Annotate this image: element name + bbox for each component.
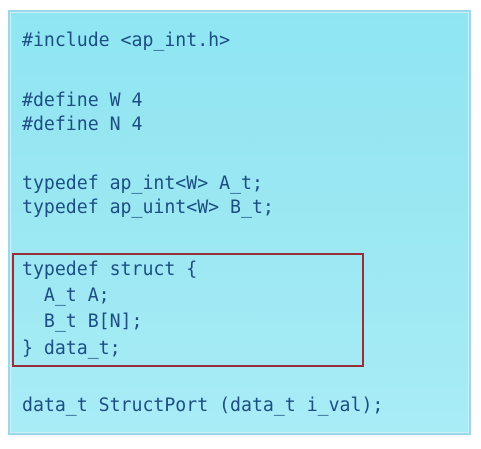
code-line-typedef-b: typedef ap_uint<W> B_t; (22, 197, 274, 218)
code-line-struct-close: } data_t; (22, 338, 121, 359)
code-line-include: #include <ap_int.h> (22, 30, 231, 51)
code-line-typedef-a: typedef ap_int<W> A_t; (22, 173, 263, 194)
code-line-struct-field-b: B_t B[N]; (22, 311, 143, 332)
code-line-struct-open: typedef struct { (22, 259, 198, 280)
code-line-struct-field-a: A_t A; (22, 285, 110, 306)
code-line-function-signature: data_t StructPort (data_t i_val); (22, 395, 384, 416)
code-line-define-w: #define W 4 (22, 90, 143, 111)
code-panel (8, 10, 471, 435)
code-line-define-n: #define N 4 (22, 114, 143, 135)
